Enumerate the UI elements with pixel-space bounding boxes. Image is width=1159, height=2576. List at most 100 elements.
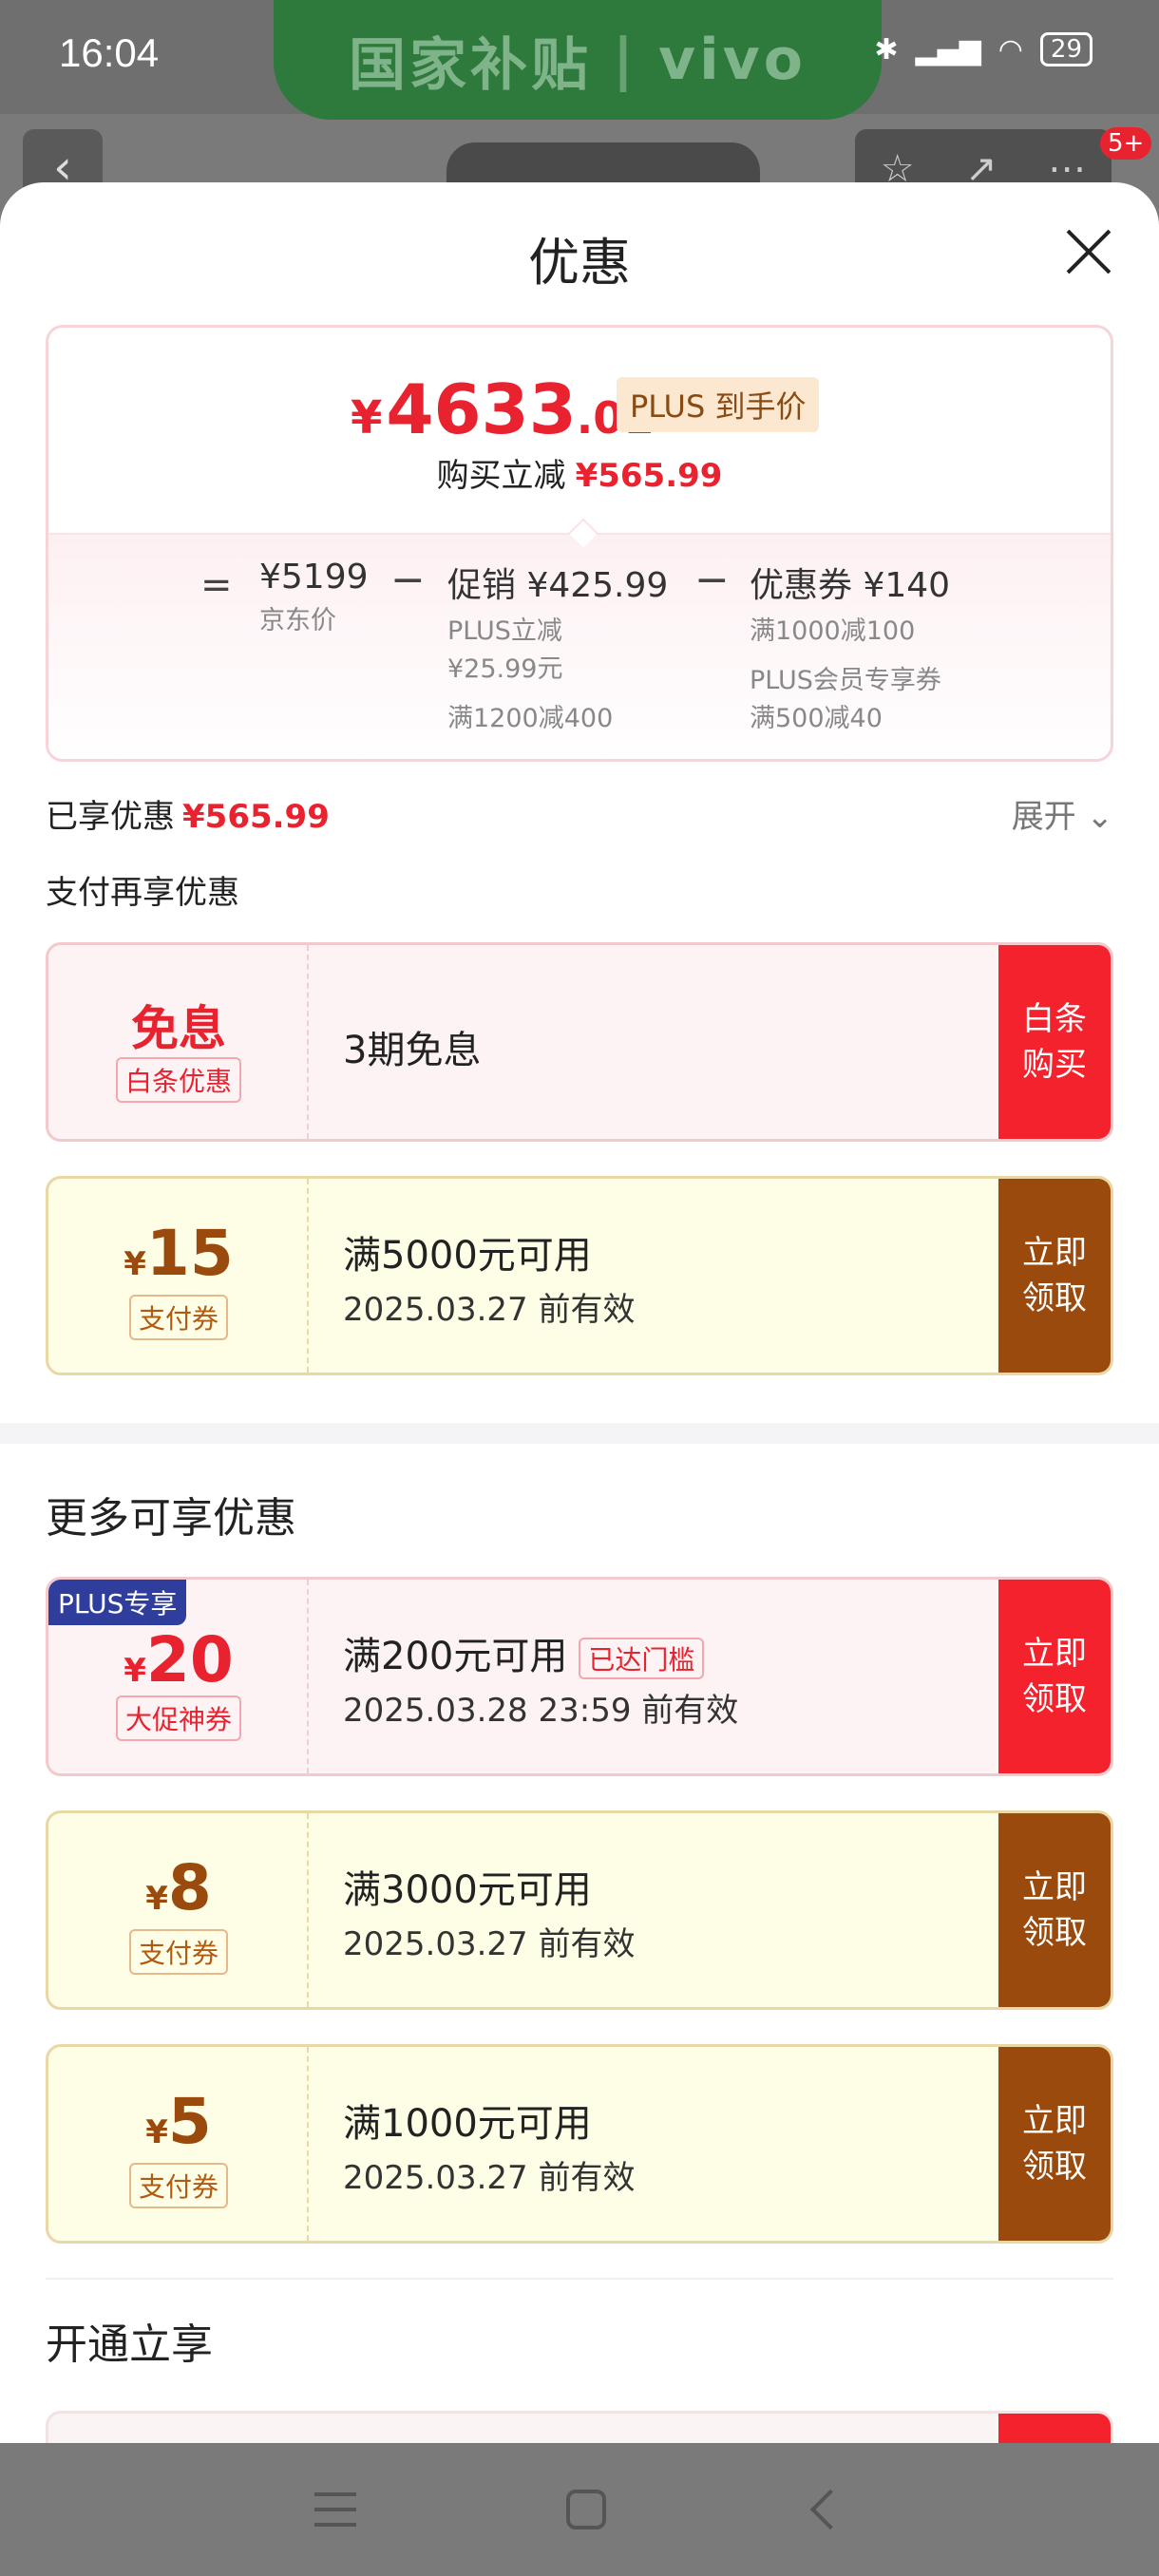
bluetooth-icon: ✱ (874, 32, 899, 66)
pay-section-title: 支付再享优惠 (46, 874, 239, 912)
chevron-down-icon: ⌄ (1086, 798, 1114, 836)
vivo-logo: vivo (657, 27, 807, 93)
plus-exclusive-label: PLUS专享 (48, 1580, 187, 1625)
more-section-title: 更多可享优惠 (46, 1494, 296, 1543)
coupon-condition: 满200元可用 (343, 1635, 568, 1678)
action-line-1: 立即 (1022, 1868, 1087, 1906)
coupon-big-text: 免息 (131, 1001, 226, 1056)
claim-button[interactable]: 立即 领取 (998, 1179, 1111, 1373)
coupon-value: 20 (145, 1623, 234, 1696)
action-line-2: 购买 (1022, 1046, 1087, 1084)
equals-sign: = (200, 563, 233, 607)
coupon-currency: ¥ (124, 1652, 146, 1690)
menu-icon[interactable] (314, 2492, 356, 2527)
price-summary: ¥ 4633 .01 PLUS 到手价 购买立减 ¥565.99 (48, 328, 1111, 533)
promo-column: 促销 ¥425.99 PLUS立减 ¥25.99元 满1200减400 (447, 558, 668, 738)
baitiao-buy-button[interactable]: 白条 购买 (998, 945, 1111, 1139)
enjoyed-label: 已享优惠 (46, 798, 175, 836)
coupon-kind: 支付券 (48, 1295, 309, 1340)
pay-coupon-15: ¥15 支付券 满5000元可用 2025.03.27 前有效 立即 领取 (46, 1176, 1113, 1375)
coupon-kind: 白条优惠 (48, 1057, 309, 1103)
home-icon[interactable] (565, 2490, 606, 2529)
coupon-plus-label: PLUS会员专享券 (750, 666, 941, 695)
coupon-condition: 满3000元可用 (343, 1868, 592, 1912)
price-formula: = ¥5199 京东价 − 促销 ¥425.99 PLUS立减 ¥25.99元 … (48, 533, 1111, 759)
coupon-condition-row: 满200元可用 已达门槛 (343, 1625, 705, 1680)
minus-sign: − (390, 556, 426, 604)
signal-icon: ▂▄▆ (915, 32, 981, 66)
final-price: ¥ 4633 .01 (351, 369, 654, 449)
brand-banner: 国家补贴 | vivo (274, 0, 882, 120)
coupon-kind-label: 支付券 (128, 1929, 228, 1975)
action-line-1: 立即 (1022, 1635, 1087, 1673)
action-line-2: 领取 (1022, 1279, 1087, 1317)
discount-sheet: 优惠 ¥ 4633 .01 PLUS 到手价 购买立减 ¥565.99 = ¥51… (0, 182, 1159, 2443)
coupon-validity: 2025.03.27 前有效 (343, 2159, 636, 2197)
close-icon[interactable] (1066, 228, 1112, 274)
coupon-value: 15 (145, 1217, 234, 1290)
promo-amount: 促销 ¥425.99 (447, 566, 669, 605)
back-arrow-icon[interactable] (810, 2489, 851, 2530)
coupon-kind-label: 支付券 (128, 2163, 228, 2208)
subsidy-text: 国家补贴 (349, 31, 593, 99)
pay-coupon-8: ¥8 支付券 满3000元可用 2025.03.27 前有效 立即 领取 (46, 1810, 1113, 2010)
reduce-line: 购买立减 ¥565.99 (48, 449, 1111, 496)
coupon-amount: ¥5 (48, 2085, 309, 2158)
coupon-left: ¥8 支付券 (48, 1813, 309, 2007)
coupon-rule-1: 满1000减100 (750, 616, 916, 646)
coupon-validity: 2025.03.28 23:59 前有效 (343, 1692, 739, 1730)
coupon-kind-label: 支付券 (128, 1295, 228, 1340)
coupon-kind: 大促神券 (48, 1695, 309, 1741)
coupon-left: ¥5 支付券 (48, 2047, 309, 2241)
coupon-condition: 3期免息 (343, 1029, 482, 1072)
plus-price-tag: PLUS 到手价 (617, 377, 820, 432)
status-bar: 16:04 国家补贴 | vivo ✱ ▂▄▆ ◠ 29 (0, 0, 1159, 120)
battery-icon: 29 (1039, 32, 1092, 66)
reduce-amount: ¥565.99 (575, 457, 723, 495)
claim-button[interactable]: 立即 领取 (998, 2047, 1111, 2241)
banner-separator: | (613, 27, 637, 93)
coupon-kind-label: 大促神券 (115, 1695, 241, 1741)
coupon-currency: ¥ (124, 1245, 146, 1283)
interest-free-coupon: 免息 白条优惠 3期免息 白条 购买 (46, 942, 1113, 1142)
coupon-validity: 2025.03.27 前有效 (343, 1925, 636, 1963)
action-line-2: 领取 (1022, 1914, 1087, 1952)
coupon-condition: 满1000元可用 (343, 2102, 592, 2146)
expand-button[interactable]: 展开 ⌄ (1012, 790, 1113, 837)
coupon-kind: 支付券 (48, 2163, 309, 2208)
coupon-validity: 2025.03.27 前有效 (343, 1291, 636, 1329)
jd-price-column: ¥5199 京东价 (259, 558, 369, 640)
coupon-condition: 满5000元可用 (343, 1234, 592, 1278)
system-nav-bar (0, 2443, 1159, 2576)
open-section-title: 开通立享 (46, 2320, 213, 2369)
promo-plus-amount: ¥25.99元 (447, 654, 563, 684)
partial-claim-button[interactable] (998, 2414, 1111, 2443)
action-line-1: 白条 (1022, 1000, 1087, 1038)
section-divider (0, 1423, 1159, 1444)
action-line-2: 领取 (1022, 2148, 1087, 2186)
message-badge: 5+ (1100, 127, 1152, 160)
action-line-1: 立即 (1022, 1234, 1087, 1272)
coupon-column: 优惠券 ¥140 满1000减100 PLUS会员专享券 满500减40 (750, 558, 950, 738)
minus-sign: − (694, 556, 730, 604)
pay-coupon-5: ¥5 支付券 满1000元可用 2025.03.27 前有效 立即 领取 (46, 2044, 1113, 2244)
coupon-amount: ¥20 (48, 1623, 309, 1696)
coupon-amount: 优惠券 ¥140 (750, 566, 951, 605)
expand-label: 展开 (1011, 798, 1076, 836)
coupon-kind-label: 白条优惠 (115, 1057, 241, 1103)
coupon-left: 免息 白条优惠 (48, 945, 309, 1139)
coupon-left: ¥15 支付券 (48, 1179, 309, 1373)
claim-button[interactable]: 立即 领取 (998, 1813, 1111, 2007)
section-divider (46, 2278, 1113, 2280)
claim-button[interactable]: 立即 领取 (998, 1580, 1111, 1773)
action-line-2: 领取 (1022, 1680, 1087, 1718)
coupon-value: 8 (167, 1851, 212, 1924)
promo-full-reduce: 满1200减400 (447, 704, 614, 733)
coupon-currency: ¥ (145, 1880, 168, 1918)
wifi-icon: ◠ (998, 32, 1023, 66)
coupon-rule-2: 满500减40 (750, 704, 883, 733)
final-price-integer: 4633 (386, 369, 577, 449)
coupon-value: 5 (167, 2085, 212, 2158)
reduce-label: 购买立减 (436, 457, 566, 495)
enjoyed-amount: ¥565.99 (182, 798, 330, 836)
